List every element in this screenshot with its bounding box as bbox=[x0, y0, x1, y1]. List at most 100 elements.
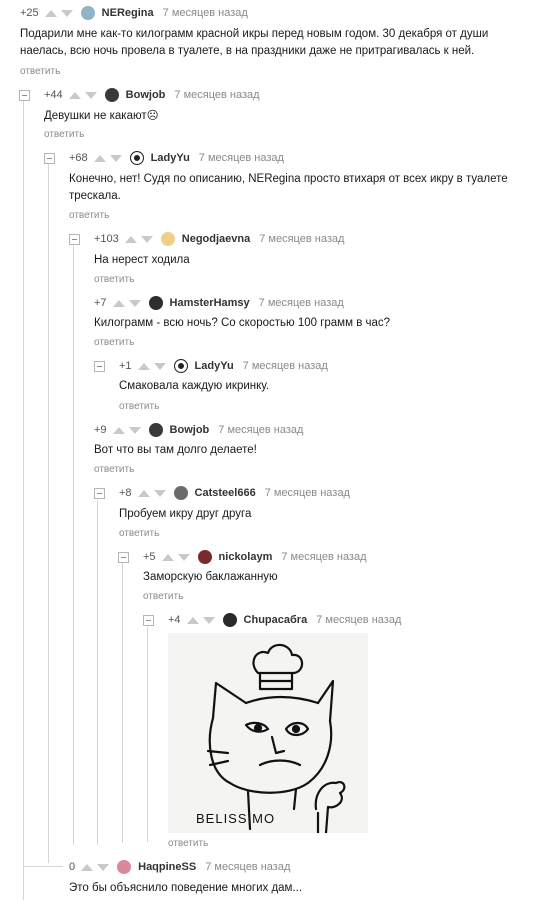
comment-author[interactable]: Bowjob bbox=[126, 89, 166, 101]
avatar[interactable] bbox=[148, 423, 163, 437]
comment-time[interactable]: 7 месяцев назад bbox=[243, 360, 328, 372]
comment-author[interactable]: NERegina bbox=[102, 7, 154, 19]
comment-author[interactable]: HaqpineSS bbox=[138, 861, 196, 873]
image-caption: BELISSIMO bbox=[196, 811, 275, 826]
comment-time[interactable]: 7 месяцев назад bbox=[259, 297, 344, 309]
comment-time[interactable]: 7 месяцев назад bbox=[218, 424, 303, 436]
avatar[interactable] bbox=[148, 296, 163, 310]
reply-link[interactable]: ответить bbox=[94, 337, 134, 348]
collapse-icon[interactable] bbox=[94, 361, 105, 372]
downvote-icon[interactable] bbox=[109, 154, 122, 162]
comment-time[interactable]: 7 месяцев назад bbox=[205, 861, 290, 873]
upvote-icon[interactable] bbox=[161, 553, 174, 561]
downvote-icon[interactable] bbox=[97, 863, 110, 871]
thread-line bbox=[48, 163, 49, 863]
avatar[interactable] bbox=[104, 88, 119, 102]
comment-author[interactable]: Chupacaбra bbox=[244, 614, 308, 626]
downvote-icon[interactable] bbox=[177, 553, 190, 561]
comment-time[interactable]: 7 месяцев назад bbox=[259, 233, 344, 245]
comment-text: Конечно, нет! Судя по описанию, NERegina… bbox=[69, 173, 508, 202]
upvote-icon[interactable] bbox=[186, 616, 199, 624]
comment-author[interactable]: Negodjaevna bbox=[182, 233, 250, 245]
avatar[interactable] bbox=[222, 613, 237, 627]
thread-connector bbox=[23, 866, 63, 867]
comment-text: Смаковала каждую икринку. bbox=[119, 380, 270, 392]
comment-text: Вот что вы там долго делаете! bbox=[94, 444, 257, 456]
avatar[interactable] bbox=[173, 486, 188, 500]
comment-author[interactable]: Catsteel666 bbox=[195, 487, 256, 499]
thread-line bbox=[23, 100, 24, 900]
upvote-icon[interactable] bbox=[81, 863, 94, 871]
comment-author[interactable]: nickolaym bbox=[219, 551, 273, 563]
comment-text: На нерест ходила bbox=[94, 254, 190, 266]
downvote-icon[interactable] bbox=[202, 616, 215, 624]
reply-link[interactable]: ответить bbox=[119, 528, 159, 539]
comment-rating: +1 bbox=[119, 360, 132, 372]
thread-line bbox=[73, 245, 74, 845]
comment-rating: 0 bbox=[69, 861, 76, 873]
upvote-icon[interactable] bbox=[124, 235, 137, 243]
collapse-icon[interactable] bbox=[143, 615, 154, 626]
avatar[interactable] bbox=[197, 550, 212, 564]
reply-link[interactable]: ответить bbox=[119, 401, 159, 412]
comment-text: Заморскую баклажанную bbox=[143, 571, 278, 583]
comment-time[interactable]: 7 месяцев назад bbox=[316, 614, 401, 626]
downvote-icon[interactable] bbox=[153, 362, 166, 370]
upvote-icon[interactable] bbox=[112, 426, 125, 434]
downvote-icon[interactable] bbox=[153, 489, 166, 497]
reply-link[interactable]: ответить bbox=[94, 464, 134, 475]
comment-time[interactable]: 7 месяцев назад bbox=[163, 7, 248, 19]
reply-link[interactable]: ответить bbox=[20, 66, 60, 77]
reply-link[interactable]: ответить bbox=[94, 274, 134, 285]
comment-text: Подарили мне как-то килограмм красной ик… bbox=[20, 28, 489, 57]
downvote-icon[interactable] bbox=[140, 235, 153, 243]
comment-image[interactable]: BELISSIMO bbox=[168, 633, 368, 835]
avatar[interactable] bbox=[160, 232, 175, 246]
upvote-icon[interactable] bbox=[93, 154, 106, 162]
reply-link[interactable]: ответить bbox=[44, 129, 84, 140]
collapse-icon[interactable] bbox=[44, 153, 55, 164]
avatar[interactable] bbox=[117, 860, 132, 874]
comment-text: Пробуем икру друг друга bbox=[119, 508, 252, 520]
comment-text: Килограмм - всю ночь? Со скоростью 100 г… bbox=[94, 317, 391, 329]
comment-rating: +8 bbox=[119, 487, 132, 499]
thread-line bbox=[122, 563, 123, 843]
comment-rating: +68 bbox=[69, 152, 88, 164]
comment-text: Это бы объяснило поведение многих дам... bbox=[69, 882, 303, 894]
collapse-icon[interactable] bbox=[94, 488, 105, 499]
comment-author[interactable]: Bowjob bbox=[170, 424, 210, 436]
collapse-icon[interactable] bbox=[19, 90, 30, 101]
comment-time[interactable]: 7 месяцев назад bbox=[174, 89, 259, 101]
avatar[interactable] bbox=[173, 359, 188, 373]
downvote-icon[interactable] bbox=[128, 426, 141, 434]
comment-rating: +44 bbox=[44, 89, 63, 101]
comment-author[interactable]: LadyYu bbox=[151, 152, 190, 164]
comment-rating: +25 bbox=[20, 7, 39, 19]
collapse-icon[interactable] bbox=[118, 552, 129, 563]
upvote-icon[interactable] bbox=[68, 91, 81, 99]
downvote-icon[interactable] bbox=[60, 9, 73, 17]
comment-time[interactable]: 7 месяцев назад bbox=[199, 152, 284, 164]
reply-link[interactable]: ответить bbox=[143, 591, 183, 602]
comment-rating: +7 bbox=[94, 297, 107, 309]
thread-line bbox=[97, 500, 98, 845]
comment-author[interactable]: LadyYu bbox=[195, 360, 234, 372]
comment-time[interactable]: 7 месяцев назад bbox=[265, 487, 350, 499]
avatar[interactable] bbox=[129, 151, 144, 165]
upvote-icon[interactable] bbox=[137, 489, 150, 497]
upvote-icon[interactable] bbox=[112, 299, 125, 307]
avatar[interactable] bbox=[80, 6, 95, 20]
upvote-icon[interactable] bbox=[137, 362, 150, 370]
cat-chef-drawing: BELISSIMO bbox=[196, 643, 346, 835]
collapse-icon[interactable] bbox=[69, 234, 80, 245]
comment-rating: +5 bbox=[143, 551, 156, 563]
thread-line bbox=[147, 627, 148, 842]
downvote-icon[interactable] bbox=[128, 299, 141, 307]
upvote-icon[interactable] bbox=[44, 9, 57, 17]
downvote-icon[interactable] bbox=[84, 91, 97, 99]
reply-link[interactable]: ответить bbox=[168, 838, 208, 849]
comment-time[interactable]: 7 месяцев назад bbox=[281, 551, 366, 563]
comment-rating: +4 bbox=[168, 614, 181, 626]
comment-author[interactable]: HamsterHamsy bbox=[170, 297, 250, 309]
reply-link[interactable]: ответить bbox=[69, 210, 109, 221]
